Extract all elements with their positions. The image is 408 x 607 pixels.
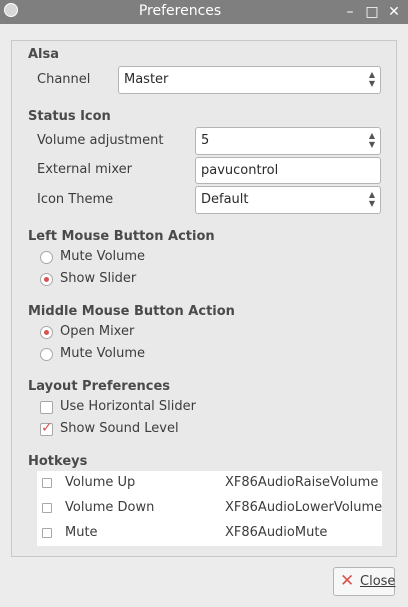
hotkeys-heading: Hotkeys bbox=[28, 454, 88, 469]
minimize-icon[interactable]: – bbox=[340, 2, 360, 22]
checkbox-label[interactable]: Show Sound Level bbox=[60, 421, 179, 436]
hotkey-key: XF86AudioRaiseVolume bbox=[225, 475, 379, 490]
radio-label[interactable]: Show Slider bbox=[60, 271, 136, 286]
hotkey-checkbox[interactable] bbox=[42, 528, 52, 538]
icon-theme-value: Default bbox=[201, 192, 249, 207]
hotkey-checkbox[interactable] bbox=[42, 503, 52, 513]
close-window-icon[interactable]: ✕ bbox=[384, 2, 404, 22]
icon-theme-label: Icon Theme bbox=[37, 192, 114, 207]
radio-mute-volume-left[interactable] bbox=[40, 251, 53, 264]
channel-value: Master bbox=[124, 72, 169, 87]
layout-heading: Layout Preferences bbox=[28, 379, 171, 394]
hotkey-name: Volume Down bbox=[65, 500, 155, 515]
checkbox-horizontal-slider[interactable] bbox=[40, 401, 53, 414]
radio-label[interactable]: Mute Volume bbox=[60, 346, 145, 361]
radio-open-mixer[interactable] bbox=[40, 326, 53, 339]
volume-adjustment-label: Volume adjustment bbox=[37, 133, 164, 148]
select-arrows-icon: ▲ ▼ bbox=[368, 70, 376, 88]
hotkey-name: Mute bbox=[65, 525, 98, 540]
external-mixer-value: pavucontrol bbox=[201, 163, 279, 178]
channel-select[interactable]: Master ▲ ▼ bbox=[118, 66, 381, 94]
alsa-heading: Alsa bbox=[28, 47, 60, 62]
close-icon: ✕ bbox=[340, 571, 355, 591]
external-mixer-label: External mixer bbox=[37, 162, 132, 177]
close-button-label: Close bbox=[360, 574, 396, 589]
maximize-icon[interactable]: □ bbox=[362, 2, 382, 22]
radio-label[interactable]: Mute Volume bbox=[60, 249, 145, 264]
left-mouse-heading: Left Mouse Button Action bbox=[28, 229, 215, 244]
title-bar: Preferences – □ ✕ bbox=[0, 0, 408, 24]
hotkey-key: XF86AudioMute bbox=[225, 525, 328, 540]
checkbox-show-sound-level[interactable] bbox=[40, 420, 53, 436]
hotkey-name: Volume Up bbox=[65, 475, 136, 490]
close-button[interactable]: ✕ Close bbox=[333, 567, 395, 596]
window-title: Preferences bbox=[138, 3, 222, 19]
icon-theme-select[interactable]: Default ▲ ▼ bbox=[195, 186, 381, 214]
hotkey-checkbox[interactable] bbox=[42, 478, 52, 488]
external-mixer-input[interactable]: pavucontrol bbox=[195, 157, 381, 184]
volume-adjustment-spinner[interactable]: 5 ▲ ▼ bbox=[195, 127, 381, 155]
hotkey-key: XF86AudioLowerVolume bbox=[225, 500, 383, 515]
radio-label[interactable]: Open Mixer bbox=[60, 324, 134, 339]
channel-label: Channel bbox=[37, 72, 91, 87]
spinner-arrows-icon[interactable]: ▲ ▼ bbox=[367, 131, 377, 149]
checkbox-label[interactable]: Use Horizontal Slider bbox=[60, 399, 196, 414]
middle-mouse-heading: Middle Mouse Button Action bbox=[28, 304, 235, 319]
hotkeys-list: Volume Up XF86AudioRaiseVolume Volume Do… bbox=[37, 471, 382, 546]
select-arrows-icon: ▲ ▼ bbox=[368, 190, 376, 208]
radio-mute-volume-middle[interactable] bbox=[40, 348, 53, 361]
volume-adjustment-value: 5 bbox=[201, 133, 210, 148]
radio-show-slider[interactable] bbox=[40, 273, 53, 286]
status-icon-heading: Status Icon bbox=[28, 109, 111, 124]
